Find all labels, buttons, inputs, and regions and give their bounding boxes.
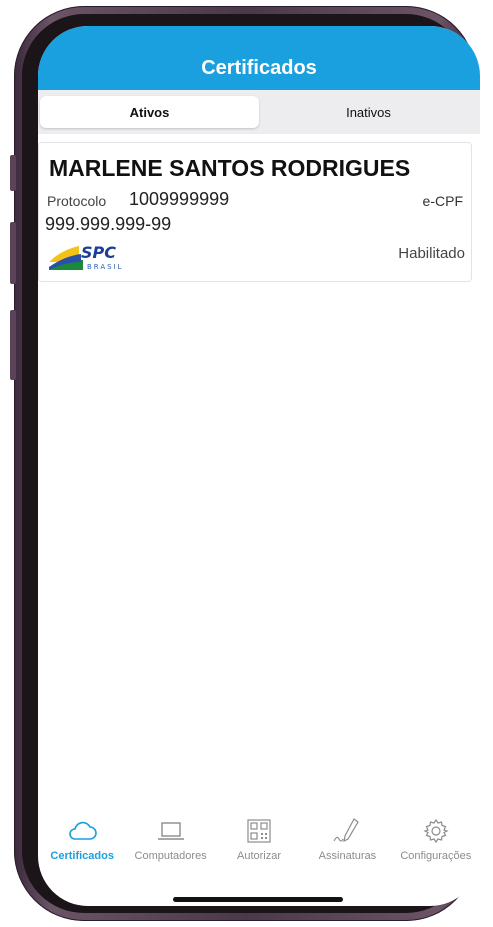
spc-brasil-logo: SPC BRASIL: [47, 240, 131, 272]
segmented-control: Ativos Inativos: [38, 90, 480, 134]
tab-ativos[interactable]: Ativos: [40, 96, 259, 128]
svg-text:SPC: SPC: [81, 243, 116, 262]
page-title: Certificados: [201, 57, 317, 79]
nav-assinaturas[interactable]: Assinaturas: [303, 816, 391, 876]
certificate-type: e-CPF: [422, 193, 463, 209]
volume-up-button: [10, 222, 16, 284]
cloud-icon: [67, 816, 97, 846]
nav-certificados[interactable]: Certificados: [38, 816, 126, 876]
mute-switch: [10, 155, 16, 191]
nav-header: Certificados: [38, 26, 480, 90]
qr-code-icon: [244, 816, 274, 846]
laptop-icon: [156, 816, 186, 846]
document-number: 999.999.999-99: [45, 214, 172, 234]
protocol-value: 1009999999: [129, 189, 230, 209]
status-badge: Habilitado: [398, 245, 465, 262]
nav-label: Assinaturas: [318, 850, 377, 862]
nav-label: Configurações: [400, 850, 472, 862]
protocol-label: Protocolo: [47, 193, 107, 209]
home-indicator[interactable]: [173, 897, 343, 902]
nav-configuracoes[interactable]: Configurações: [392, 816, 480, 876]
nav-label: Certificados: [50, 850, 114, 862]
certificate-card[interactable]: MARLENE SANTOS RODRIGUES Protocolo 10099…: [38, 142, 472, 282]
tab-inativos[interactable]: Inativos: [259, 96, 478, 128]
volume-down-button: [10, 310, 16, 380]
nav-label: Computadores: [134, 850, 207, 862]
gear-icon: [421, 816, 451, 846]
svg-text:BRASIL: BRASIL: [87, 263, 124, 271]
signature-pen-icon: [332, 816, 362, 846]
nav-computadores[interactable]: Computadores: [126, 816, 214, 876]
bottom-tab-bar: Certificados Computadores Autorizar Assi…: [38, 816, 480, 876]
nav-label: Autorizar: [237, 850, 282, 862]
nav-autorizar[interactable]: Autorizar: [215, 816, 303, 876]
holder-name: MARLENE SANTOS RODRIGUES: [49, 155, 411, 181]
app-screen: Certificados Ativos Inativos MARLENE SAN…: [38, 26, 480, 906]
